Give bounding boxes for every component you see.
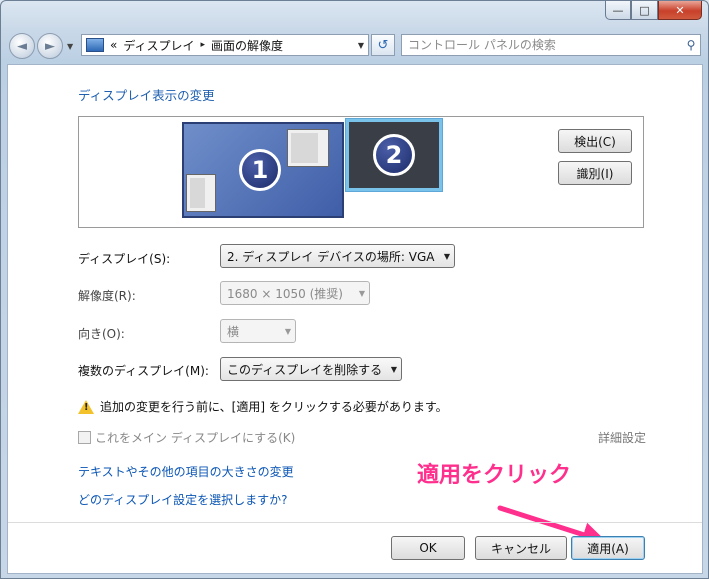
minimize-button[interactable]: —	[605, 1, 631, 20]
chevron-down-icon: ▼	[390, 364, 398, 374]
address-overflow[interactable]: «	[110, 38, 117, 52]
refresh-icon: ↺	[377, 37, 389, 53]
main-display-checkbox-label: これをメイン ディスプレイにする(K)	[95, 431, 296, 445]
monitor-2-number: 2	[373, 134, 415, 176]
navigation-buttons: ◄ ► ▼	[9, 33, 73, 59]
chevron-down-icon: ▼	[358, 288, 366, 298]
window-thumbnail-icon	[287, 129, 329, 167]
search-input[interactable]	[402, 37, 682, 53]
address-dropdown-icon[interactable]: ▼	[358, 41, 364, 50]
search-box[interactable]: ⚲	[401, 34, 701, 56]
window-frame: — □ ✕ ◄ ► ▼ « ディスプレイ ▸ 画面の解像度 ▼ ↺ ⚲ ディスプ…	[0, 0, 709, 579]
apply-button[interactable]: 適用(A)	[571, 536, 645, 560]
breadcrumb-display[interactable]: ディスプレイ	[123, 37, 194, 54]
apply-warning: ! 追加の変更を行う前に、[適用] をクリックする必要があります。	[78, 398, 448, 415]
main-display-checkbox[interactable]: これをメイン ディスプレイにする(K)	[78, 429, 295, 446]
chevron-down-icon: ▼	[284, 326, 292, 336]
monitor-1[interactable]: 1	[182, 122, 344, 218]
monitor-1-number: 1	[239, 149, 281, 191]
resolution-label: 解像度(R):	[78, 289, 136, 303]
refresh-button[interactable]: ↺	[371, 34, 395, 56]
warning-text: 追加の変更を行う前に、[適用] をクリックする必要があります。	[100, 400, 448, 414]
back-button[interactable]: ◄	[9, 33, 35, 59]
warning-icon: !	[78, 399, 94, 414]
display-select[interactable]: 2. ディスプレイ デバイスの場所: VGA ▼	[220, 244, 455, 268]
back-arrow-icon: ◄	[17, 38, 27, 54]
orientation-select[interactable]: 横 ▼	[220, 319, 296, 343]
address-bar[interactable]: « ディスプレイ ▸ 画面の解像度 ▼	[81, 34, 369, 56]
search-icon[interactable]: ⚲	[682, 38, 700, 52]
forward-button[interactable]: ►	[37, 33, 63, 59]
chevron-down-icon: ▼	[443, 251, 451, 261]
close-button[interactable]: ✕	[658, 1, 702, 20]
multiple-displays-select-value: このディスプレイを削除する	[227, 362, 383, 377]
multiple-displays-label: 複数のディスプレイ(M):	[78, 364, 209, 378]
window-thumbnail-icon	[186, 174, 216, 212]
resolution-select-value: 1680 × 1050 (推奨)	[227, 286, 343, 301]
orientation-label: 向き(O):	[78, 327, 125, 341]
resolution-select[interactable]: 1680 × 1050 (推奨) ▼	[220, 281, 370, 305]
breadcrumb-resolution[interactable]: 画面の解像度	[211, 37, 283, 54]
advanced-settings-link[interactable]: 詳細設定	[598, 429, 646, 446]
breadcrumb-separator-icon[interactable]: ▸	[201, 40, 206, 50]
annotation-callout: 適用をクリック	[417, 463, 572, 488]
which-settings-link[interactable]: どのディスプレイ設定を選択しますか?	[78, 491, 288, 508]
footer-divider	[8, 522, 702, 523]
orientation-select-value: 横	[227, 324, 240, 339]
identify-button[interactable]: 識別(I)	[558, 161, 632, 185]
display-label: ディスプレイ(S):	[78, 252, 171, 266]
control-panel-icon	[86, 38, 104, 52]
display-select-value: 2. ディスプレイ デバイスの場所: VGA	[227, 249, 435, 264]
ok-button[interactable]: OK	[391, 536, 465, 560]
detect-button[interactable]: 検出(C)	[558, 129, 632, 153]
maximize-button[interactable]: □	[631, 1, 658, 20]
display-preview: 1 2 検出(C) 識別(I)	[78, 116, 644, 228]
monitor-2[interactable]: 2	[346, 119, 442, 191]
forward-arrow-icon: ►	[45, 38, 55, 54]
cancel-button[interactable]: キャンセル	[475, 536, 567, 560]
recent-pages-dropdown-icon[interactable]: ▼	[67, 42, 73, 51]
content-pane: ディスプレイ表示の変更 1 2 検出(C) 識別(I) ディスプレイ(S): 2…	[7, 64, 703, 574]
checkbox-box[interactable]	[78, 431, 91, 444]
text-size-link[interactable]: テキストやその他の項目の大きさの変更	[78, 463, 294, 480]
caption-buttons: — □ ✕	[605, 1, 702, 20]
multiple-displays-select[interactable]: このディスプレイを削除する ▼	[220, 357, 402, 381]
page-title: ディスプレイ表示の変更	[78, 88, 215, 103]
